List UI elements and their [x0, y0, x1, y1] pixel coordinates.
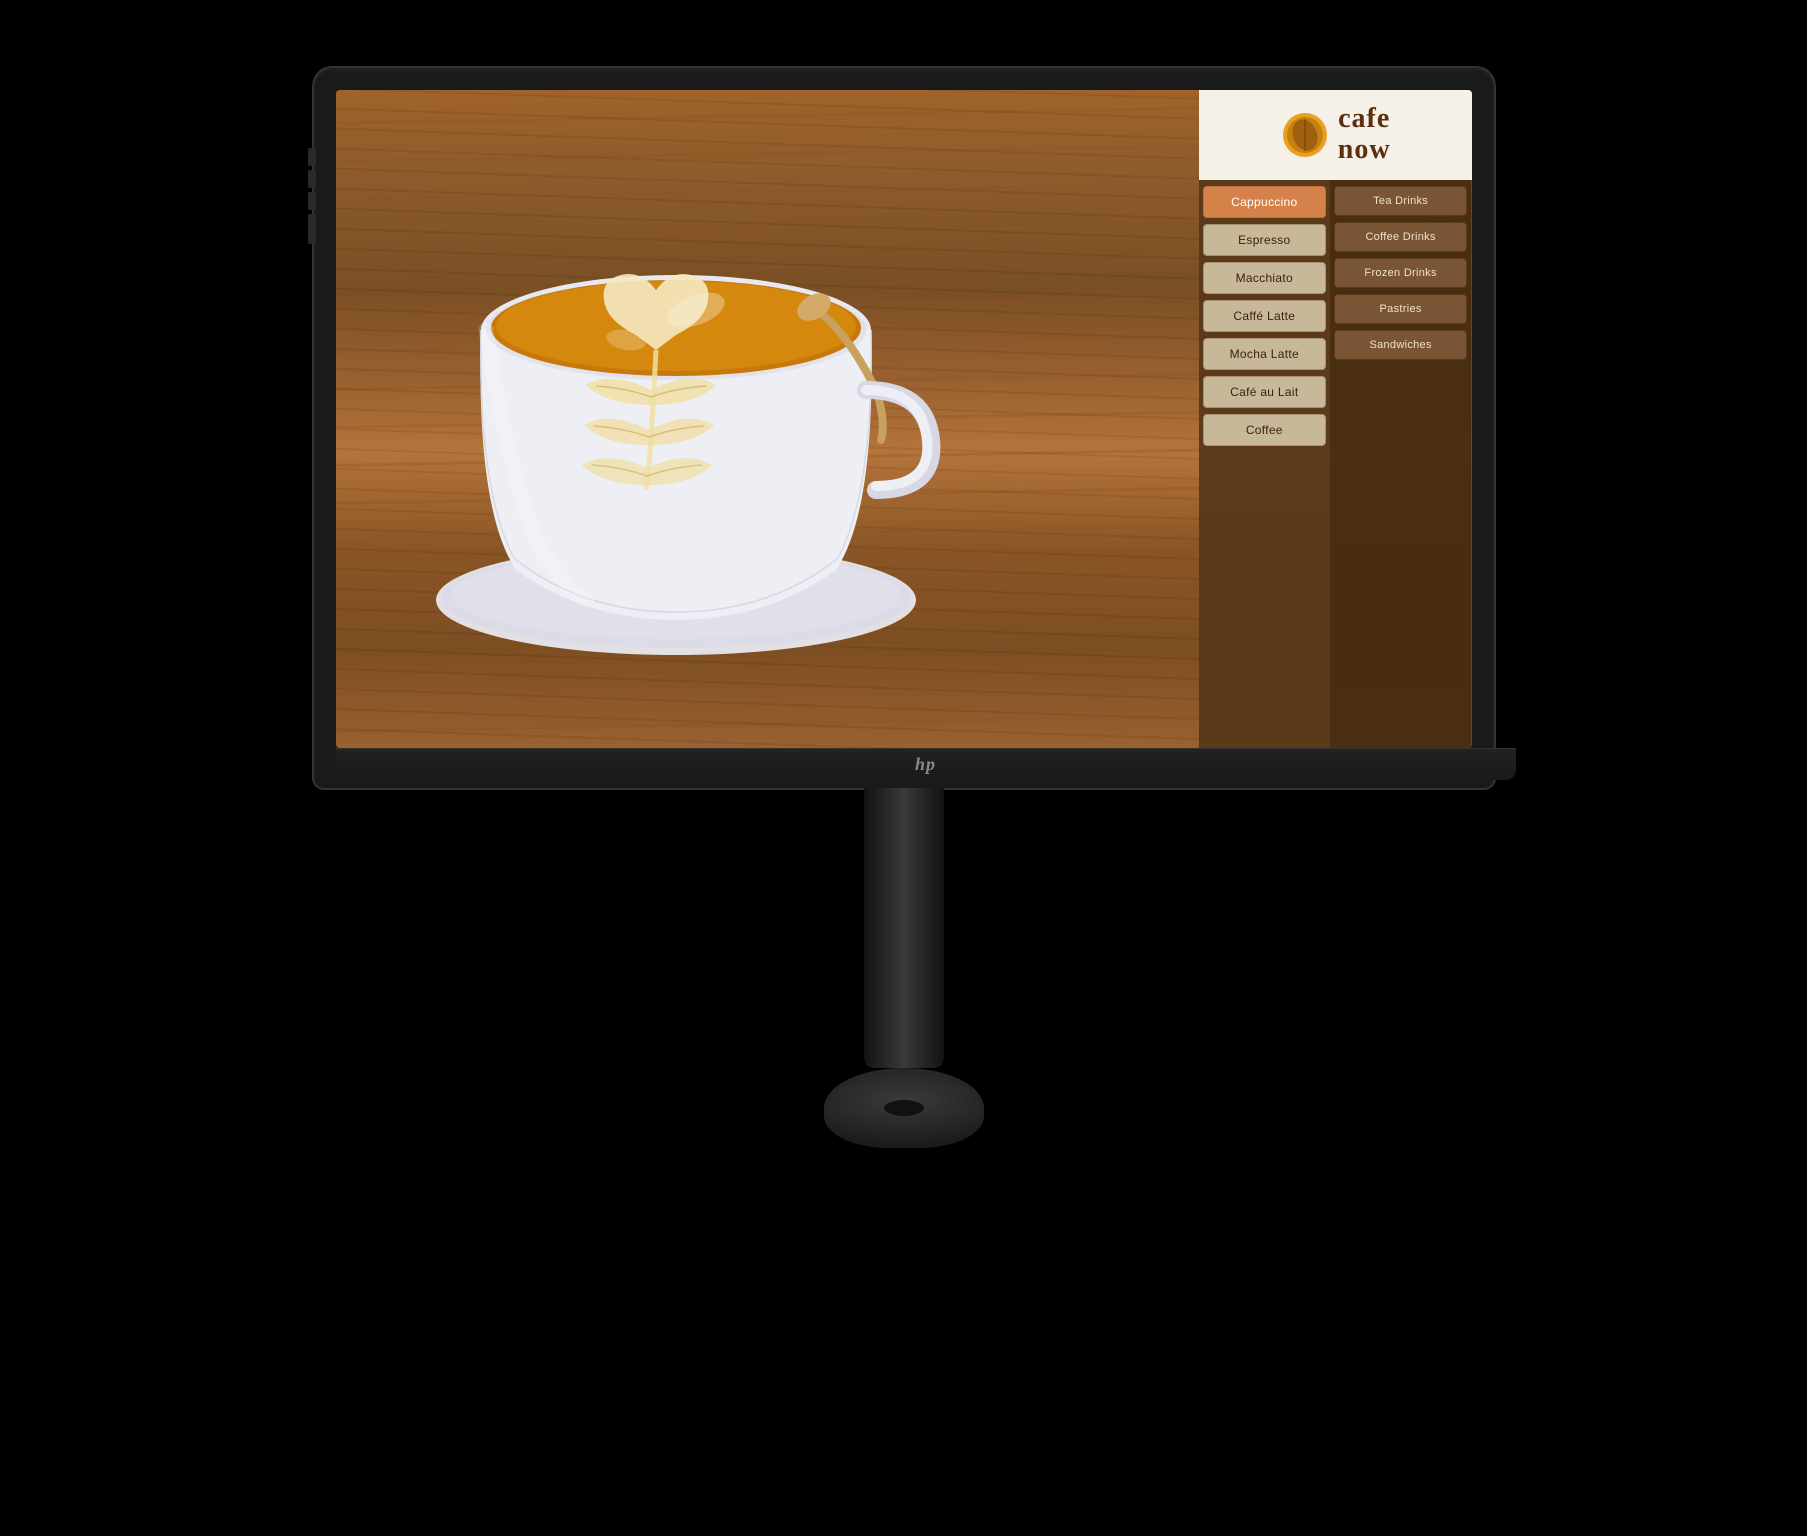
left-menu-item-caffe-latte[interactable]: Caffé Latte [1203, 300, 1326, 332]
right-nav: Tea Drinks Coffee Drinks Frozen Drinks Past… [1330, 180, 1472, 748]
stand-neck [864, 788, 944, 1068]
right-menu-item-sandwiches[interactable]: Sandwiches [1334, 330, 1468, 360]
logo-area: cafe now [1199, 90, 1472, 180]
menu-button[interactable] [308, 214, 316, 244]
right-menu-item-pastries[interactable]: Pastries [1334, 294, 1468, 324]
volume-up-button[interactable] [308, 170, 316, 188]
left-menu-item-cafe-au-lait[interactable]: Café au Lait [1203, 376, 1326, 408]
hp-logo: hp [915, 754, 936, 775]
logo-line2: now [1338, 135, 1391, 166]
logo-icon [1280, 110, 1330, 160]
left-menu-item-macchiato[interactable]: Macchiato [1203, 262, 1326, 294]
right-menu-item-tea-drinks[interactable]: Tea Drinks [1334, 186, 1468, 216]
coffee-image-area [336, 90, 1199, 748]
left-menu-item-espresso[interactable]: Espresso [1203, 224, 1326, 256]
side-buttons [308, 148, 316, 244]
stand-base-detail [884, 1100, 924, 1116]
stand-base [824, 1068, 984, 1148]
monitor-assembly: cafe now Cappuccino Espresso Macchiato Caff… [304, 68, 1504, 1468]
right-panel: cafe now Cappuccino Espresso Macchiato Caff… [1199, 90, 1472, 748]
monitor-body: cafe now Cappuccino Espresso Macchiato Caff… [314, 68, 1494, 788]
monitor-bottom-bezel: hp [336, 748, 1516, 780]
coffee-cup-illustration [386, 110, 966, 730]
left-nav: Cappuccino Espresso Macchiato Caffé Latte Mo… [1199, 180, 1330, 748]
nav-area: Cappuccino Espresso Macchiato Caffé Latte Mo… [1199, 180, 1472, 748]
screen: cafe now Cappuccino Espresso Macchiato Caff… [336, 90, 1472, 748]
right-menu-item-coffee-drinks[interactable]: Coffee Drinks [1334, 222, 1468, 252]
left-menu-item-coffee[interactable]: Coffee [1203, 414, 1326, 446]
left-menu-item-cappuccino[interactable]: Cappuccino [1203, 186, 1326, 218]
logo-text: cafe now [1338, 104, 1391, 166]
logo-line1: cafe [1338, 104, 1390, 135]
right-menu-item-frozen-drinks[interactable]: Frozen Drinks [1334, 258, 1468, 288]
power-button[interactable] [308, 148, 316, 166]
volume-down-button[interactable] [308, 192, 316, 210]
left-menu-item-mocha-latte[interactable]: Mocha Latte [1203, 338, 1326, 370]
